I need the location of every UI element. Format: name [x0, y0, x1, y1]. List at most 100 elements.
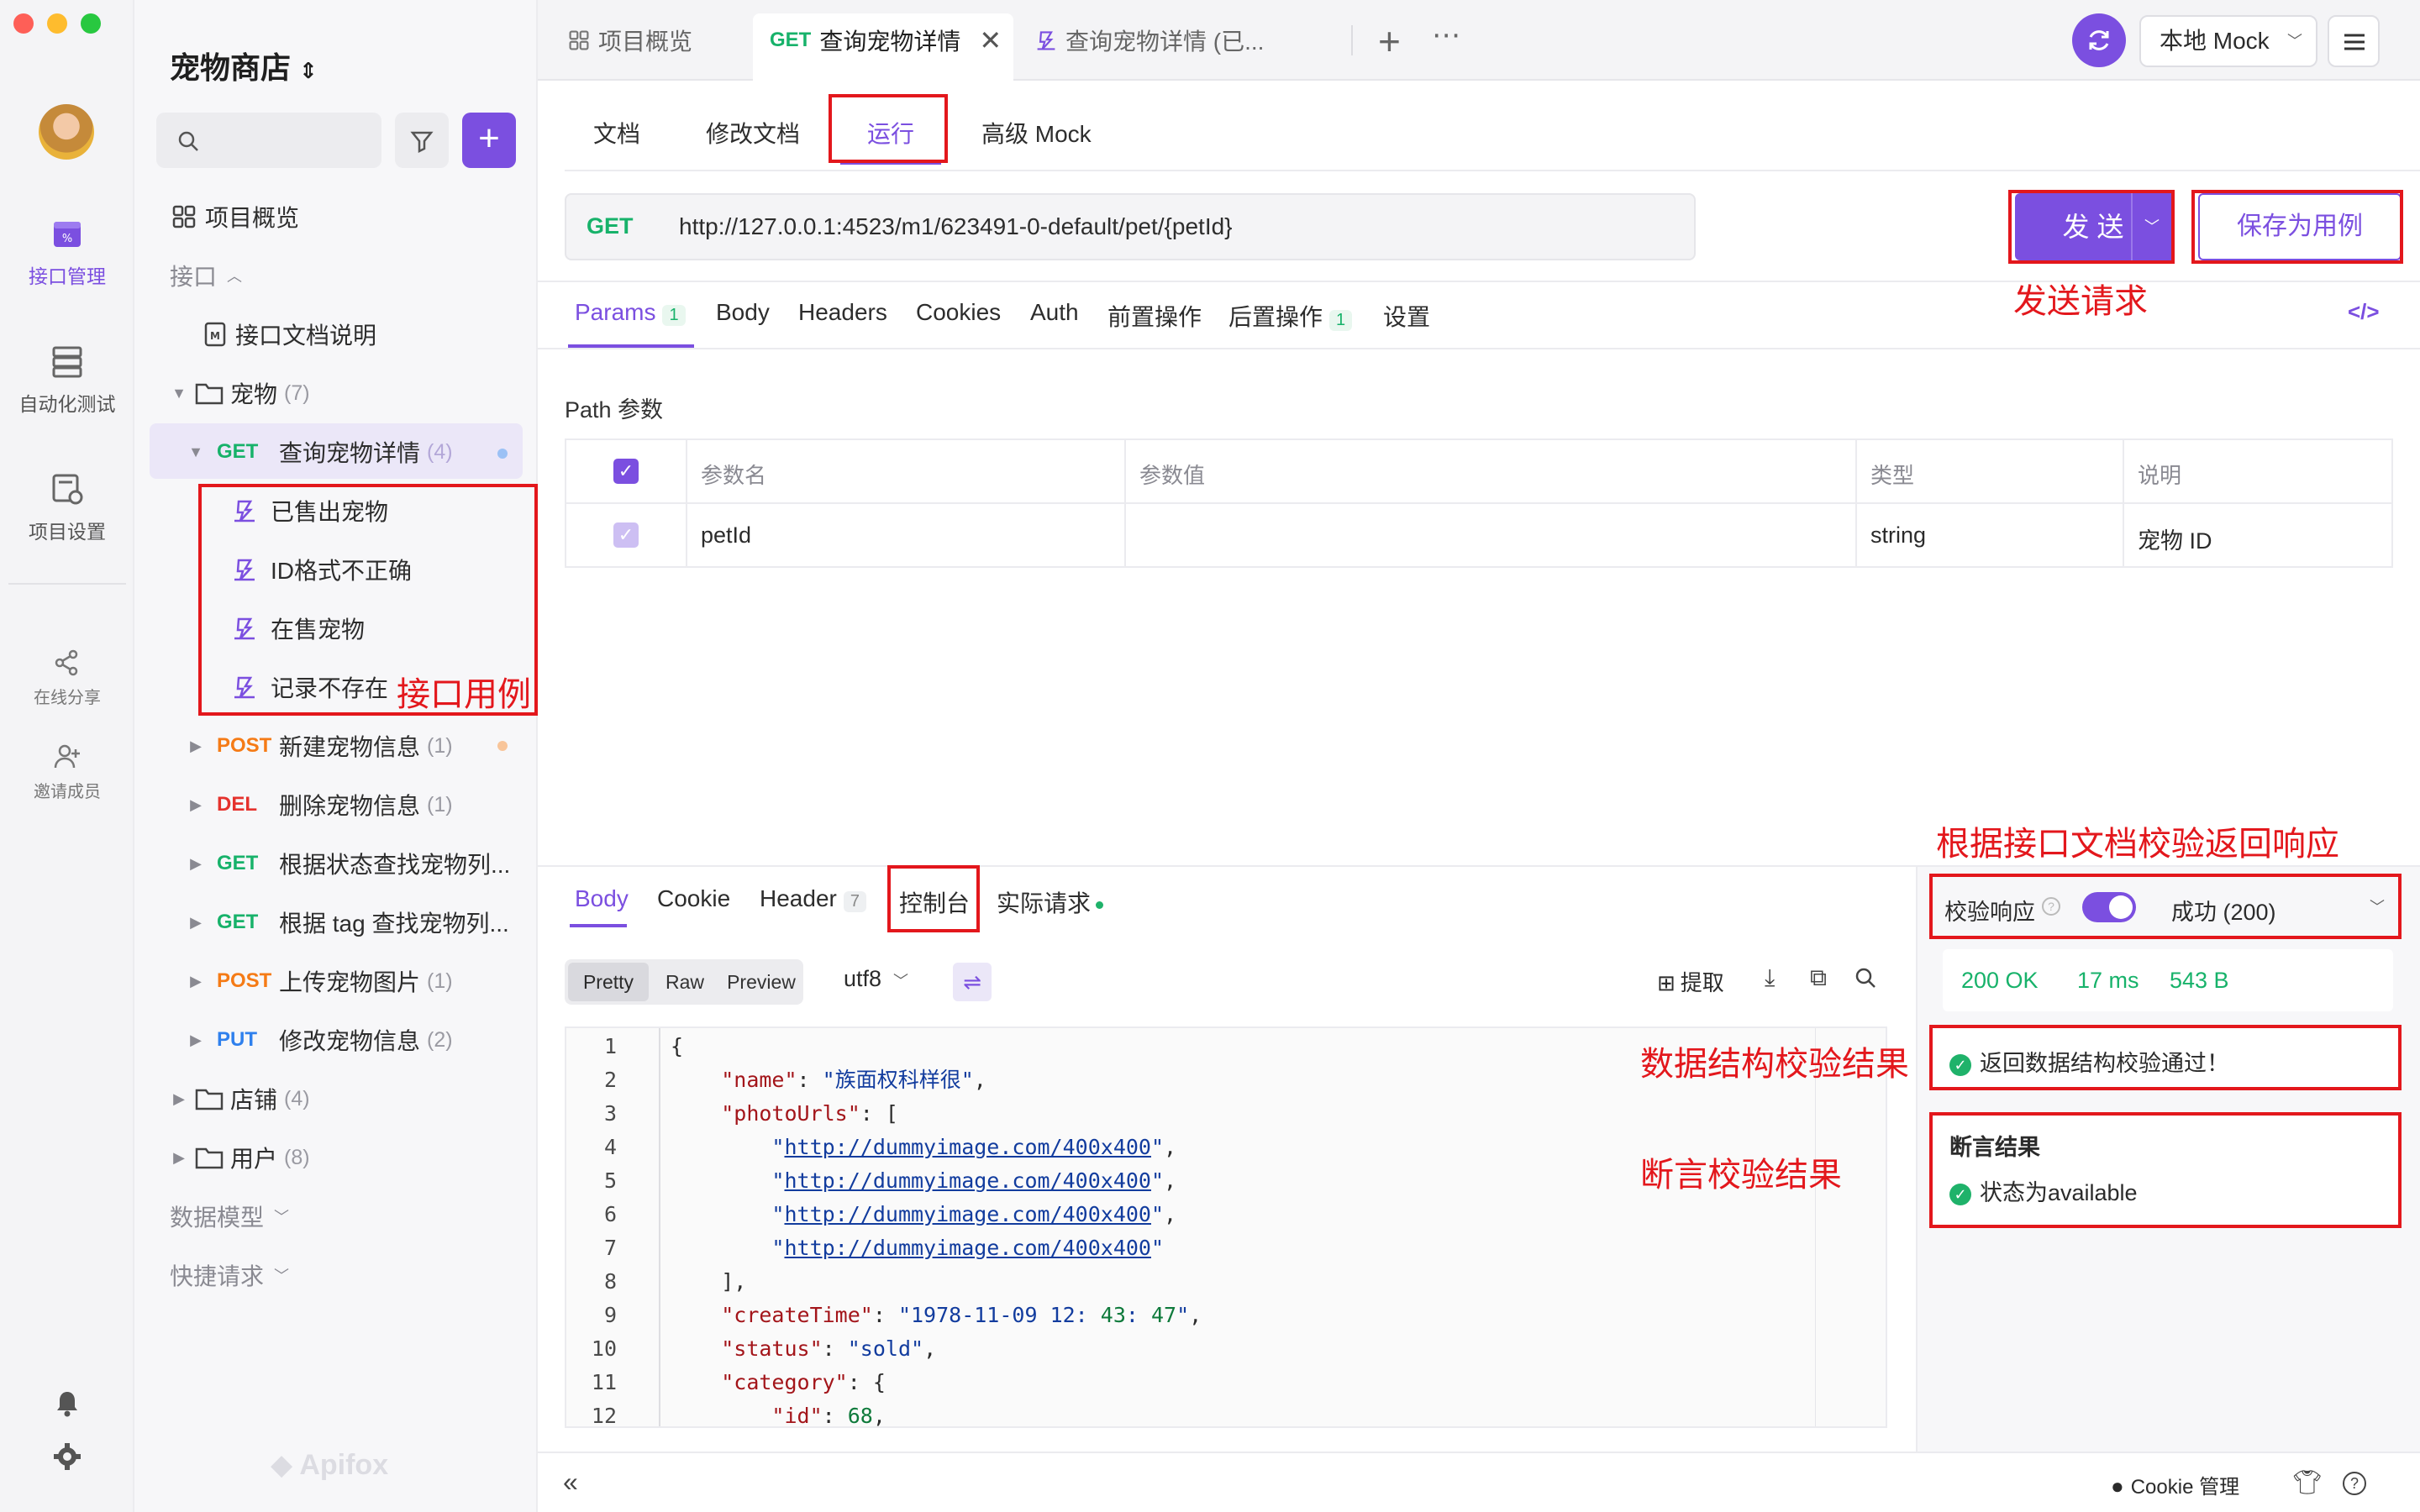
sidebar-item-api[interactable]: ▶ PUT 修改宠物信息 (2) [183, 1015, 453, 1065]
tab-cookies[interactable]: Cookies [916, 299, 1001, 326]
brand-label: Apifox [299, 1449, 389, 1481]
tab-headers[interactable]: Headers [798, 299, 887, 326]
select-all-checkbox[interactable]: ✓ [613, 459, 639, 484]
filter-button[interactable] [395, 113, 449, 168]
tab-pre-ops[interactable]: 前置操作 [1107, 299, 1202, 333]
code-viewer[interactable]: 1 {2 "name": "族面权科样很", 3 "photoUrls": [4 "… [565, 1026, 1887, 1428]
extract-icon: ⊞ [1657, 970, 1676, 995]
encoding-select[interactable]: utf8 ﹀ [844, 966, 908, 992]
rail-share[interactable]: 在线分享 [0, 648, 134, 708]
sidebar-item-get-pet[interactable]: ▼ GET 查询宠物详情 (4) [183, 427, 453, 477]
wrap-toggle-button[interactable]: ⇌ [953, 963, 992, 1001]
rail-api-management[interactable]: % 接口管理 [0, 215, 134, 289]
extract-button[interactable]: ⊞ 提取 [1657, 966, 1724, 997]
resp-tab-actual-request[interactable]: 实际请求 [997, 885, 1104, 919]
close-window-button[interactable] [13, 13, 34, 34]
sidebar-folder-shop[interactable]: ▶ 店铺 (4) [166, 1074, 310, 1124]
encoding-label: utf8 [844, 966, 882, 991]
tab-overview[interactable]: 项目概览 [568, 0, 692, 81]
api-count: (4) [427, 439, 453, 464]
add-button[interactable]: + [462, 113, 516, 168]
copy-icon[interactable]: ⧉ [1810, 964, 1827, 992]
folder-label: 用户 [230, 1146, 278, 1172]
caret-right-icon: ▶ [190, 795, 202, 813]
api-count: (2) [427, 1027, 453, 1052]
folder-count: (8) [284, 1145, 310, 1169]
method-badge: PUT [217, 1028, 257, 1051]
view-pretty[interactable]: Pretty [568, 963, 649, 1001]
tab-post-ops[interactable]: 后置操作 1 [1228, 299, 1353, 333]
view-preview[interactable]: Preview [721, 963, 802, 1001]
tab-label: Params [575, 299, 656, 325]
row-checkbox[interactable]: ✓ [613, 522, 639, 548]
search-code-button[interactable] [1854, 966, 1877, 994]
view-raw[interactable]: Raw [654, 963, 716, 1001]
save-highlight-box [2191, 190, 2403, 264]
tab-case[interactable]: 查询宠物详情 (已... [1035, 0, 1264, 81]
resp-tab-underline [570, 924, 627, 927]
search-input[interactable] [156, 113, 381, 168]
status-card: 200 OK 17 ms 543 B [1943, 949, 2393, 1011]
divider [538, 281, 2420, 282]
url-bar: GET http://127.0.0.1:4523/m1/623491-0-de… [565, 193, 1696, 260]
code-text: ], [671, 1269, 747, 1294]
chevron-down-icon: ﹀ [274, 1268, 290, 1284]
tab-params[interactable]: Params 1 [575, 299, 686, 326]
close-tab-icon[interactable]: ✕ [979, 24, 1002, 56]
folder-label: 店铺 [230, 1087, 278, 1113]
url-input[interactable]: http://127.0.0.1:4523/m1/623491-0-defaul… [679, 213, 1233, 240]
sync-button[interactable] [2072, 13, 2126, 67]
rail-project-settings[interactable]: 项目设置 [0, 470, 134, 544]
minimize-window-button[interactable] [47, 13, 67, 34]
sidebar-folder-pets[interactable]: ▼ 宠物 (7) [166, 368, 310, 418]
code-snippet-icon[interactable]: </> [2348, 299, 2380, 325]
subtab-edit-doc[interactable]: 修改文档 [706, 116, 800, 150]
more-tabs-icon[interactable]: ⋯ [1432, 18, 1460, 52]
sidebar-item-api[interactable]: ▶ GET 根据 tag 查找宠物列... [183, 897, 509, 948]
sidebar-item-api[interactable]: ▶ POST 上传宠物图片 (1) [183, 956, 453, 1006]
tab-auth[interactable]: Auth [1030, 299, 1079, 326]
brand-watermark: ◆ Apifox [271, 1448, 388, 1482]
avatar[interactable] [39, 104, 94, 160]
status-dot [1096, 901, 1104, 910]
env-select[interactable]: 本地 Mock ﹀ [2139, 15, 2317, 67]
gear-icon[interactable] [52, 1441, 82, 1472]
sidebar-item-overview[interactable]: 项目概览 [171, 192, 299, 242]
resp-tab-body[interactable]: Body [575, 885, 629, 912]
tab-body[interactable]: Body [716, 299, 770, 326]
sidebar-item-api[interactable]: ▶ DEL 删除宠物信息 (1) [183, 780, 453, 830]
rail-invite[interactable]: 邀请成员 [0, 743, 134, 802]
param-value-input[interactable] [1139, 509, 1845, 559]
shirt-icon[interactable]: 👕︎ [2292, 1468, 2323, 1496]
annotation-validate: 根据接口文档校验返回响应 [1936, 826, 2339, 863]
caret-right-icon: ▶ [190, 913, 202, 931]
project-title[interactable]: 宠物商店 ⇕ [170, 44, 318, 87]
method-badge: GET [770, 29, 812, 51]
maximize-window-button[interactable] [81, 13, 101, 34]
sidebar-item-api[interactable]: ▶ POST 新建宠物信息 (1) [183, 721, 453, 771]
new-tab-button[interactable]: + [1378, 18, 1401, 64]
code-text: "http://dummyimage.com/400x400", [771, 1135, 1177, 1159]
sidebar-folder-user[interactable]: ▶ 用户 (8) [166, 1132, 310, 1183]
tab-get-pet[interactable]: GET 查询宠物详情 ✕ [770, 0, 1002, 81]
tab-label: 实际请求 [997, 890, 1092, 916]
method-select[interactable]: GET [587, 213, 634, 239]
resp-tab-header[interactable]: Header 7 [760, 885, 866, 912]
sidebar-section-quick-requests[interactable]: 快捷请求 ﹀ [170, 1250, 289, 1300]
sidebar-section-data-models[interactable]: 数据模型 ﹀ [170, 1191, 289, 1242]
menu-button[interactable] [2328, 15, 2380, 67]
download-icon[interactable]: ⤓ [1765, 964, 1775, 992]
sidebar-item-api-doc[interactable]: M 接口文档说明 [203, 309, 376, 360]
tab-settings[interactable]: 设置 [1383, 299, 1430, 333]
resp-tab-cookie[interactable]: Cookie [657, 885, 730, 912]
help-icon[interactable]: ? [2343, 1472, 2366, 1495]
cookie-manager-button[interactable]: ● Cookie 管理 [2111, 1470, 2239, 1499]
bell-icon[interactable] [54, 1389, 81, 1418]
collapse-sidebar-icon[interactable]: « [563, 1467, 578, 1498]
subtab-advanced-mock[interactable]: 高级 Mock [981, 116, 1092, 150]
subtab-doc[interactable]: 文档 [593, 116, 640, 150]
sidebar-section-api[interactable]: 接口 ︿ [170, 250, 242, 301]
sidebar-item-api[interactable]: ▶ GET 根据状态查找宠物列... [183, 838, 510, 889]
rail-auto-test[interactable]: 自动化测试 [0, 343, 134, 417]
folder-icon [195, 1147, 224, 1169]
